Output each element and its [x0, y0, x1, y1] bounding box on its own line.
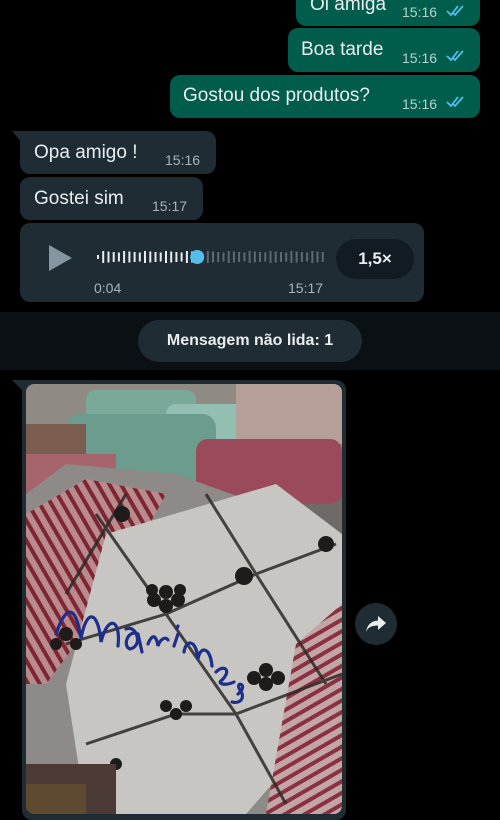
waveform-bar [154, 252, 157, 262]
message-bubble-outgoing[interactable]: Oi amiga 15:16 [296, 0, 480, 26]
waveform-bar [117, 252, 120, 262]
waveform-bar [248, 251, 251, 263]
waveform-bar [107, 251, 110, 263]
message-text: Opa amigo ! [34, 142, 138, 163]
waveform-bar [259, 252, 261, 262]
message-bubble-outgoing[interactable]: Gostou dos produtos? 15:16 [170, 75, 480, 118]
image-message-bubble[interactable] [22, 380, 346, 820]
message-time: 15:16 [165, 152, 201, 168]
message-text: Gostou dos produtos? [183, 85, 370, 106]
waveform-bar [295, 251, 298, 263]
waveform-bar [159, 252, 162, 262]
voice-waveform[interactable] [96, 249, 326, 265]
play-icon[interactable] [47, 244, 73, 272]
waveform-bar [316, 251, 319, 263]
message-time: 15:16 [402, 96, 438, 112]
waveform-bar [123, 251, 126, 263]
waveform-bar [232, 251, 235, 263]
unread-messages-banner: Mensagem não lida: 1 [138, 320, 362, 362]
waveform-bar [300, 252, 303, 262]
waveform-bar [227, 251, 230, 263]
waveform-bar [206, 251, 209, 263]
message-bubble-incoming[interactable]: Opa amigo ! 15:16 [20, 131, 216, 174]
waveform-bar [144, 251, 146, 263]
waveform-bar [185, 251, 188, 263]
playback-speed-button[interactable]: 1,5× [336, 239, 414, 279]
message-text: Oi amiga [310, 0, 387, 15]
waveform-bar [97, 255, 99, 259]
waveform-bar [280, 252, 282, 262]
waveform-bar [149, 251, 152, 263]
message-text: Boa tarde [301, 39, 384, 60]
double-check-icon [446, 50, 464, 62]
message-time: 15:16 [402, 4, 438, 20]
message-bubble-incoming[interactable]: Gostei sim 15:17 [20, 177, 203, 220]
waveform-bar [269, 251, 272, 263]
voice-time: 15:17 [288, 280, 324, 296]
double-check-icon [446, 5, 464, 17]
waveform-bar [238, 252, 241, 262]
waveform-bar [243, 252, 246, 262]
message-time: 15:17 [152, 198, 188, 214]
waveform-bar [128, 251, 131, 263]
waveform-bar [222, 252, 225, 262]
forward-icon [366, 616, 386, 632]
waveform-bar [175, 252, 178, 262]
waveform-bar [264, 252, 267, 262]
waveform-bar [321, 252, 324, 262]
message-bubble-outgoing[interactable]: Boa tarde 15:16 [288, 28, 480, 72]
message-image[interactable] [26, 384, 342, 814]
waveform-bar [165, 251, 167, 263]
double-check-icon [446, 96, 464, 108]
unread-banner-label: Mensagem não lida: 1 [166, 332, 334, 349]
waveform-bar [180, 252, 183, 262]
waveform-bar [102, 251, 105, 263]
waveform-bar [274, 251, 277, 263]
waveform-bar [306, 252, 309, 262]
waveform-bar [112, 252, 115, 262]
waveform-bar [170, 251, 173, 263]
waveform-bar [285, 252, 288, 262]
voice-message-bubble[interactable]: 0:04 15:17 1,5× [20, 223, 424, 302]
waveform-bar [133, 252, 136, 262]
waveform-bar [212, 251, 214, 263]
voice-position: 0:04 [94, 280, 122, 296]
message-time: 15:16 [402, 50, 438, 66]
waveform-bar [138, 252, 141, 262]
waveform-bar [311, 251, 314, 263]
waveform-bar [217, 252, 220, 262]
forward-button[interactable] [355, 603, 397, 645]
waveform-bar [290, 251, 293, 263]
playback-progress-handle[interactable] [190, 250, 205, 264]
message-text: Gostei sim [34, 188, 124, 209]
playback-speed-label: 1,5× [358, 249, 392, 268]
bubble-tail [12, 131, 22, 143]
waveform-bar [253, 251, 256, 263]
